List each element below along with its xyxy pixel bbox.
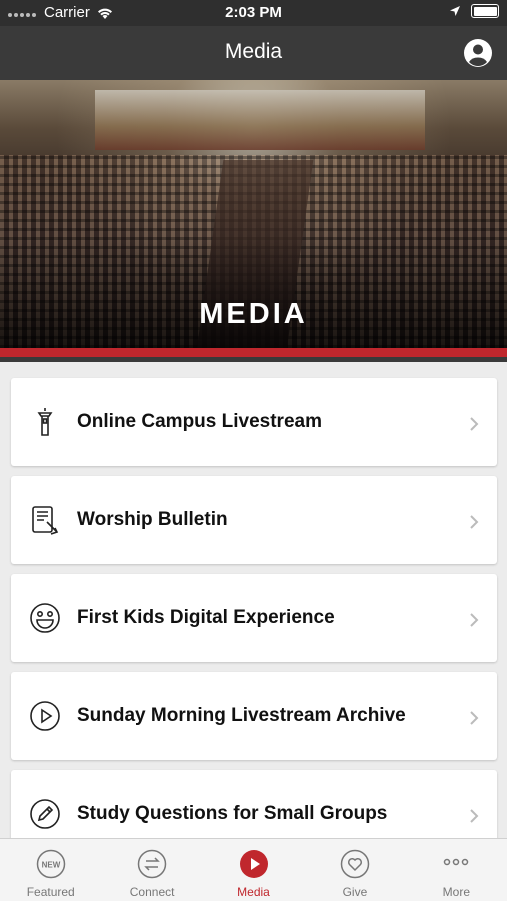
smiley-icon — [30, 603, 60, 633]
tab-more[interactable]: More — [406, 839, 507, 901]
accent-divider — [0, 348, 507, 357]
tower-icon — [37, 408, 53, 436]
bulletin-icon — [32, 506, 59, 535]
tab-label: Give — [342, 885, 368, 899]
menu-item-first-kids-digital-experience[interactable]: First Kids Digital Experience — [11, 574, 497, 662]
page-title: Media — [224, 40, 283, 63]
status-time: 2:03 PM — [225, 4, 282, 21]
hero-photo-stage — [95, 90, 425, 150]
menu-item-label: Online Campus Livestream — [77, 411, 322, 432]
media-menu-list: Online Campus Livestream Worship Bulleti… — [11, 378, 497, 868]
battery-icon — [471, 4, 499, 18]
chevron-right-icon — [470, 613, 479, 627]
profile-icon[interactable] — [463, 38, 493, 68]
status-bar: Carrier 2:03 PM — [0, 0, 507, 26]
menu-item-online-campus-livestream[interactable]: Online Campus Livestream — [11, 378, 497, 466]
menu-item-label: First Kids Digital Experience — [77, 607, 335, 628]
chevron-right-icon — [470, 417, 479, 431]
tab-featured[interactable]: NEW Featured — [0, 839, 101, 901]
status-right — [449, 4, 499, 18]
hero-title: MEDIA — [199, 298, 308, 330]
chevron-right-icon — [470, 809, 479, 823]
tab-label: Featured — [26, 885, 75, 899]
dark-divider — [0, 357, 507, 362]
tab-label: Media — [237, 885, 270, 899]
tab-label: Connect — [129, 885, 175, 899]
menu-item-label: Worship Bulletin — [77, 509, 228, 530]
connect-arrows-icon — [137, 849, 167, 879]
hero-gradient — [0, 238, 507, 348]
chevron-right-icon — [470, 711, 479, 725]
new-badge-icon: NEW — [36, 849, 65, 879]
nav-bar: Media — [0, 26, 507, 80]
pencil-icon — [30, 799, 60, 829]
tab-media[interactable]: Media — [203, 839, 304, 901]
tab-label: More — [442, 885, 470, 899]
chevron-right-icon — [470, 515, 479, 529]
play-icon — [30, 701, 60, 731]
tab-give[interactable]: Give — [304, 839, 405, 901]
menu-item-worship-bulletin[interactable]: Worship Bulletin — [11, 476, 497, 564]
play-icon — [239, 850, 268, 878]
new-badge-text: NEW — [41, 861, 60, 870]
location-arrow-icon — [450, 6, 460, 16]
menu-item-label: Sunday Morning Livestream Archive — [77, 705, 406, 726]
heart-icon — [340, 849, 370, 879]
tab-bar: NEW Featured Connect Media Give More — [0, 838, 507, 901]
menu-item-sunday-morning-livestream-archive[interactable]: Sunday Morning Livestream Archive — [11, 672, 497, 760]
more-dots-icon — [444, 858, 469, 866]
menu-item-label: Study Questions for Small Groups — [77, 803, 388, 824]
hero-banner: MEDIA — [0, 80, 507, 348]
tab-connect[interactable]: Connect — [101, 839, 202, 901]
